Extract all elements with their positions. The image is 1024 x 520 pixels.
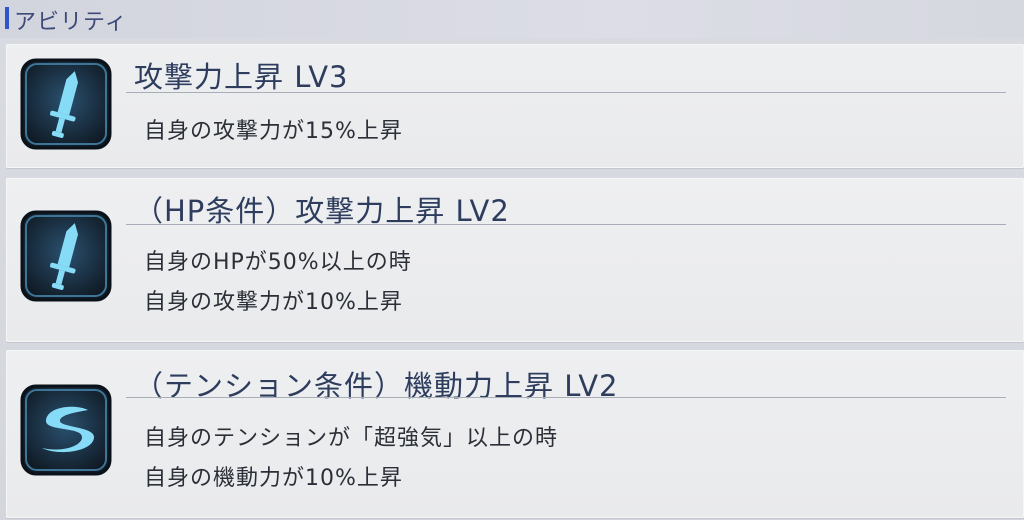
sword-icon — [18, 208, 114, 304]
ability-card[interactable]: （HP条件）攻撃力上昇 LV2 自身のHPが50%以上の時 自身の攻撃力が10%… — [6, 178, 1024, 342]
ability-name: 攻撃力上昇 LV3 — [134, 60, 349, 94]
sword-icon — [18, 56, 114, 152]
abilities-section-header: アビリティ — [0, 0, 1024, 38]
ability-description-line: 自身の機動力が10%上昇 — [144, 466, 403, 491]
ability-name: （テンション条件）機動力上昇 LV2 — [134, 369, 619, 403]
divider — [126, 92, 1006, 93]
ability-description-line: 自身の攻撃力が10%上昇 — [144, 290, 403, 315]
section-title: アビリティ — [14, 10, 128, 35]
ability-description-line: 自身のHPが50%以上の時 — [144, 250, 412, 275]
section-accent-bar — [5, 7, 9, 29]
divider — [126, 397, 1006, 398]
ability-description-line: 自身の攻撃力が15%上昇 — [144, 119, 403, 144]
mobility-swoosh-icon — [18, 382, 114, 478]
ability-card[interactable]: （テンション条件）機動力上昇 LV2 自身のテンションが「超強気」以上の時 自身… — [6, 350, 1024, 518]
ability-description-line: 自身のテンションが「超強気」以上の時 — [144, 426, 559, 451]
divider — [126, 224, 1006, 225]
ability-card[interactable]: 攻撃力上昇 LV3 自身の攻撃力が15%上昇 — [6, 44, 1024, 168]
